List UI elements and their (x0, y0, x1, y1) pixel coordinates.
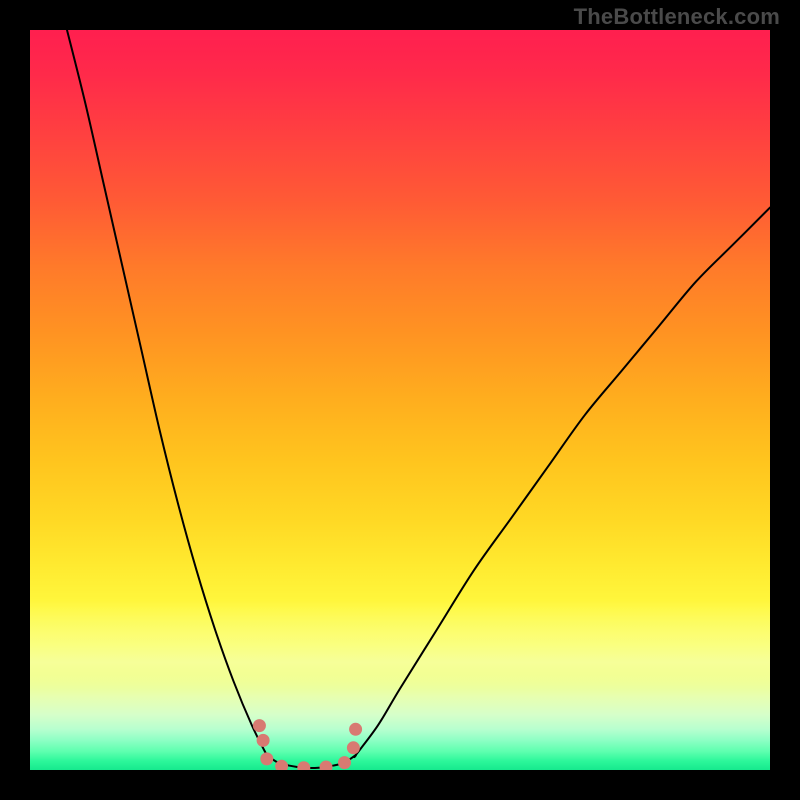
chart-frame: TheBottleneck.com (0, 0, 800, 800)
curve-layer (30, 30, 770, 770)
marker-dots (253, 719, 362, 770)
marker-dot (338, 756, 351, 769)
bottleneck-curve (67, 30, 770, 768)
watermark-text: TheBottleneck.com (574, 4, 780, 30)
marker-dot (347, 741, 360, 754)
marker-dot (320, 761, 333, 770)
marker-dot (257, 734, 270, 747)
marker-dot (260, 752, 273, 765)
marker-dot (349, 723, 362, 736)
marker-dot (253, 719, 266, 732)
plot-area (30, 30, 770, 770)
marker-dot (297, 761, 310, 770)
